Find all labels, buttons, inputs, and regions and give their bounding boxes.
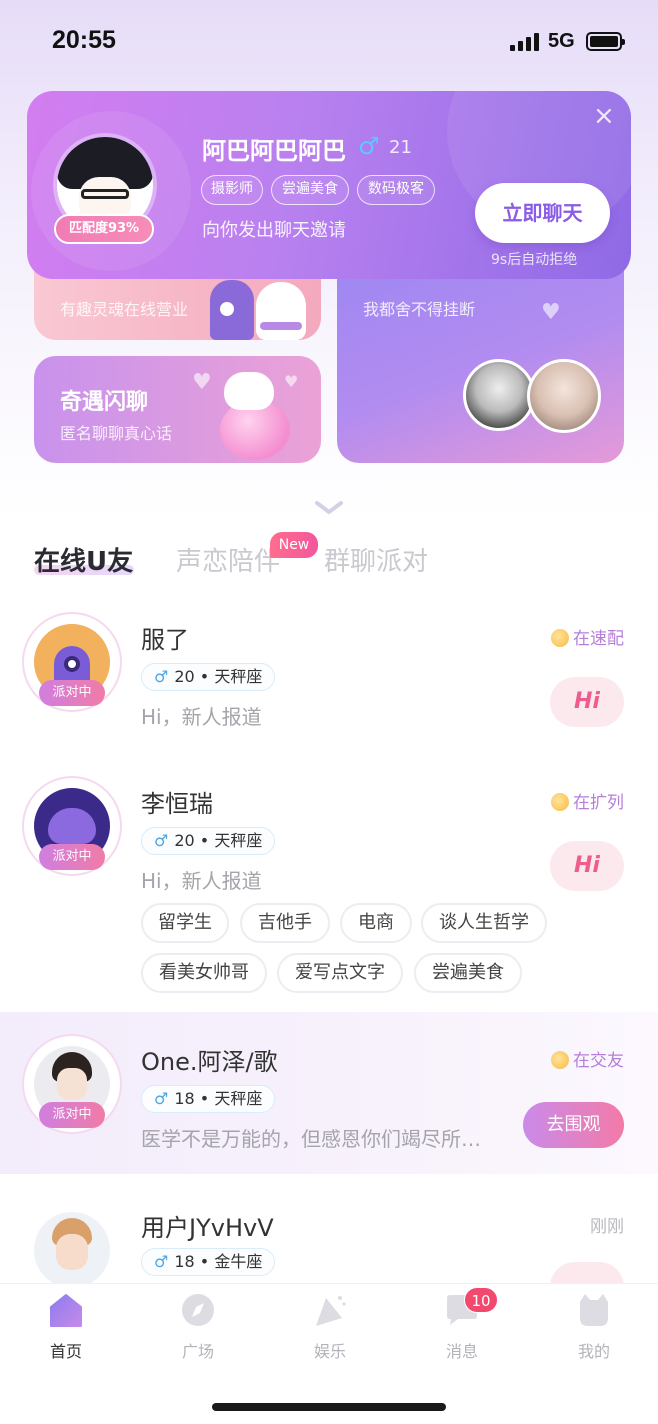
inviter-age: 21	[389, 137, 412, 158]
male-icon: ♂	[154, 1089, 169, 1108]
say-hi-button[interactable]: Hi	[550, 677, 624, 727]
party-status-badge: 派对中	[39, 844, 105, 870]
list-item[interactable]: 派对中 李恒瑞 ♂ 20 • 天秤座 Hi，新人报道 在扩列 Hi 留学生 吉他手…	[0, 764, 658, 1009]
voice-card-subtitle: 有趣灵魂在线营业	[60, 300, 189, 319]
interest-tag: 数码极客	[357, 175, 435, 205]
watch-party-button[interactable]: 去围观	[523, 1102, 624, 1148]
cat-mascot-icon	[224, 372, 274, 410]
battery-icon	[586, 32, 625, 51]
heart-icon: ♥	[284, 372, 299, 391]
say-hi-button[interactable]: Hi	[550, 841, 624, 891]
new-badge: New	[270, 532, 318, 558]
unread-count-badge: 10	[464, 1287, 498, 1313]
male-icon: ♂	[154, 831, 169, 850]
say-hi-button[interactable]	[550, 1262, 624, 1283]
nav-label: 广场	[181, 1342, 214, 1361]
nav-item-entertainment[interactable]: 娱乐	[264, 1284, 396, 1374]
close-icon[interactable]: ×	[593, 103, 615, 129]
nav-label: 娱乐	[313, 1342, 346, 1361]
activity-status: 刚刚	[590, 1217, 624, 1237]
activity-status: 在扩列	[551, 788, 624, 813]
match-badge: 匹配度93%	[54, 214, 154, 244]
cat-mascot-icon	[256, 282, 306, 340]
home-icon	[50, 1294, 82, 1327]
interest-tag: 谈人生哲学	[421, 903, 547, 943]
user-message: Hi，新人报道	[141, 869, 262, 893]
compass-icon	[182, 1294, 214, 1326]
interest-tag: 尝遍美食	[271, 175, 349, 205]
interest-tag: 爱写点文字	[277, 953, 403, 993]
gender-age-tag: ♂ 20 • 天秤座	[141, 827, 276, 855]
status-time: 20:55	[52, 26, 116, 54]
network-label: 5G	[548, 30, 575, 52]
list-item[interactable]: 派对中 服了 ♂ 20 • 天秤座 Hi，新人报道 在速配 Hi	[0, 600, 658, 760]
male-icon: ♂	[154, 667, 169, 686]
gender-age-tag: ♂ 20 • 天秤座	[141, 663, 276, 691]
avatar	[34, 1212, 110, 1283]
chevron-down-icon[interactable]	[314, 498, 344, 518]
interest-tag: 留学生	[141, 903, 229, 943]
emoji-icon	[551, 793, 569, 811]
gender-age-tag: ♂ 18 • 天秤座	[141, 1085, 276, 1113]
activity-status: 在速配	[551, 624, 624, 649]
nav-item-square[interactable]: 广场	[132, 1284, 264, 1374]
chat-invite-banner[interactable]: 匹配度93% 阿巴阿巴阿巴 ♂ 21 摄影师 尝遍美食 数码极客 向你发出聊天邀…	[27, 91, 631, 279]
interest-tag: 摄影师	[201, 175, 263, 205]
invite-message: 向你发出聊天邀请	[202, 220, 346, 241]
nav-item-messages[interactable]: 消息	[396, 1284, 528, 1374]
inviter-name: 阿巴阿巴阿巴	[202, 137, 346, 165]
user-name: 用户JYvHvV	[141, 1214, 274, 1242]
male-icon: ♂	[358, 132, 380, 160]
party-icon	[316, 1296, 346, 1326]
party-status-badge: 派对中	[39, 680, 105, 706]
nav-item-profile[interactable]: 我的	[528, 1284, 658, 1374]
avatar	[527, 359, 601, 433]
auto-reject-timer: 9s后自动拒绝	[491, 252, 578, 268]
heart-icon: ♥	[541, 300, 561, 325]
tab-group-party[interactable]: 群聊派对	[324, 541, 428, 578]
nav-label: 首页	[49, 1342, 82, 1361]
profile-icon	[580, 1294, 608, 1326]
nav-label: 消息	[445, 1342, 478, 1361]
party-status-badge: 派对中	[39, 1102, 105, 1128]
gender-age-tag: ♂ 18 • 金牛座	[141, 1248, 276, 1276]
home-indicator	[212, 1403, 446, 1411]
list-item[interactable]: 用户JYvHvV ♂ 18 • 金牛座 刚刚	[0, 1180, 658, 1283]
avatar	[463, 359, 535, 431]
emoji-icon	[551, 1051, 569, 1069]
flash-chat-title: 奇遇闪聊	[60, 390, 149, 415]
interest-tag: 电商	[340, 903, 412, 943]
user-name: 服了	[141, 626, 189, 654]
start-chat-button[interactable]: 立即聊天	[475, 183, 610, 243]
activity-status: 在交友	[551, 1046, 624, 1071]
signal-icon	[510, 33, 540, 51]
male-icon: ♂	[154, 1252, 169, 1271]
user-message: Hi，新人报道	[141, 705, 262, 729]
ghost-mascot-icon	[210, 280, 254, 340]
flash-chat-subtitle: 匿名聊聊真心话	[60, 424, 173, 443]
interest-tag: 看美女帅哥	[141, 953, 267, 993]
user-name: One.阿泽/歌	[141, 1048, 278, 1076]
nav-label: 我的	[577, 1342, 610, 1361]
list-item[interactable]: 派对中 One.阿泽/歌 ♂ 18 • 天秤座 医学不是万能的，但感恩你们竭尽所……	[0, 1012, 658, 1174]
sound-card-subtitle: 我都舍不得挂断	[363, 300, 476, 319]
status-bar: 20:55 5G	[0, 0, 658, 88]
user-name: 李恒瑞	[141, 790, 213, 818]
interest-tag: 吉他手	[240, 903, 330, 943]
interest-tag: 尝遍美食	[414, 953, 522, 993]
tab-online-friends[interactable]: 在线U友	[34, 541, 133, 578]
user-message: 医学不是万能的，但感恩你们竭尽所…	[141, 1127, 481, 1151]
heart-icon: ♥	[192, 370, 212, 395]
tab-voice-companion[interactable]: 声恋陪伴	[176, 541, 280, 578]
nav-item-home[interactable]: 首页	[0, 1284, 132, 1374]
emoji-icon	[551, 629, 569, 647]
